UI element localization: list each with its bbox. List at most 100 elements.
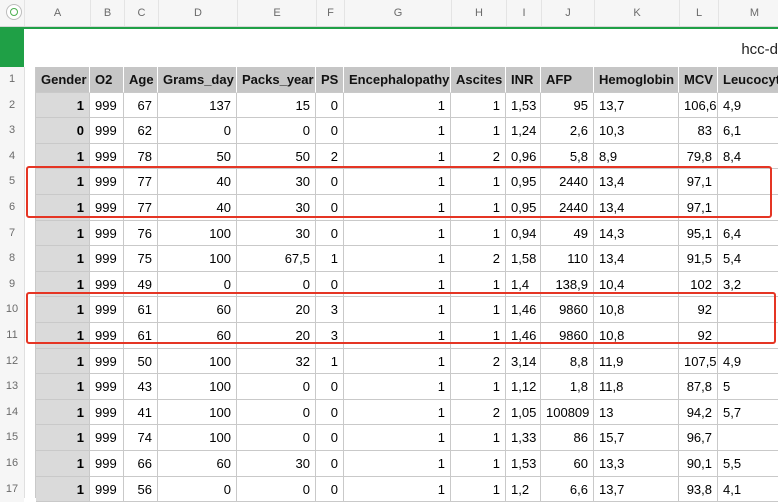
cell-o2[interactable]: 999 — [90, 451, 124, 477]
row-number[interactable]: 13 — [0, 374, 24, 400]
cell-o2[interactable]: 999 — [90, 246, 124, 272]
cell-o2[interactable]: 999 — [90, 425, 124, 451]
cell-age[interactable]: 66 — [124, 451, 158, 477]
cell-ascites[interactable]: 2 — [451, 348, 506, 375]
cell-encephalopathy[interactable]: 1 — [344, 143, 451, 170]
row-number[interactable]: 2 — [0, 92, 24, 119]
cell-afp[interactable]: 110 — [541, 246, 594, 272]
cell-ascites[interactable]: 1 — [451, 92, 506, 119]
cell-afp[interactable]: 60 — [541, 451, 594, 477]
cell-packs-year[interactable]: 0 — [237, 374, 316, 400]
cell-gender[interactable]: 0 — [36, 118, 90, 144]
header-cell-age[interactable]: Age — [124, 67, 158, 93]
column-letter-b[interactable]: B — [90, 0, 124, 26]
row-number[interactable]: 10 — [0, 297, 24, 323]
header-cell-packs-year[interactable]: Packs_year — [237, 67, 316, 93]
cell-afp[interactable]: 2440 — [541, 169, 594, 195]
header-cell-grams-day[interactable]: Grams_day — [158, 67, 237, 93]
cell-gender[interactable]: 1 — [36, 399, 90, 426]
cell-grams-day[interactable]: 60 — [158, 323, 237, 349]
row-number[interactable]: 5 — [0, 169, 24, 195]
cell-afp[interactable]: 8,8 — [541, 348, 594, 375]
cell-gender[interactable]: 1 — [36, 374, 90, 400]
cell-gender[interactable]: 1 — [36, 323, 90, 349]
row-number[interactable]: 7 — [0, 220, 24, 247]
cell-packs-year[interactable]: 0 — [237, 399, 316, 426]
cell-o2[interactable]: 999 — [90, 220, 124, 247]
cell-packs-year[interactable]: 0 — [237, 271, 316, 298]
header-cell-afp[interactable]: AFP — [541, 67, 594, 93]
cell-mcv[interactable]: 97,1 — [679, 169, 718, 195]
header-cell-hemoglobin[interactable]: Hemoglobin — [594, 67, 679, 93]
cell-ascites[interactable]: 1 — [451, 169, 506, 195]
cell-mcv[interactable]: 83 — [679, 118, 718, 144]
cell-hemoglobin[interactable]: 10,3 — [594, 118, 679, 144]
cell-afp[interactable]: 138,9 — [541, 271, 594, 298]
cell-leucocytes[interactable] — [718, 169, 778, 195]
cell-o2[interactable]: 999 — [90, 323, 124, 349]
cell-mcv[interactable]: 92 — [679, 297, 718, 323]
cell-leucocytes[interactable]: 5,5 — [718, 451, 778, 477]
cell-encephalopathy[interactable]: 1 — [344, 92, 451, 119]
cell-ascites[interactable]: 1 — [451, 220, 506, 247]
column-letter-e[interactable]: E — [237, 0, 316, 26]
cell-afp[interactable]: 2,6 — [541, 118, 594, 144]
column-letter-m[interactable]: M — [718, 0, 778, 26]
column-letter-i[interactable]: I — [506, 0, 541, 26]
cell-hemoglobin[interactable]: 10,8 — [594, 323, 679, 349]
cell-grams-day[interactable]: 0 — [158, 118, 237, 144]
cell-ps[interactable]: 0 — [316, 118, 344, 144]
cell-age[interactable]: 77 — [124, 195, 158, 221]
cell-encephalopathy[interactable]: 1 — [344, 425, 451, 451]
cell-age[interactable]: 61 — [124, 323, 158, 349]
cell-hemoglobin[interactable]: 14,3 — [594, 220, 679, 247]
cell-age[interactable]: 43 — [124, 374, 158, 400]
cell-packs-year[interactable]: 0 — [237, 425, 316, 451]
cell-grams-day[interactable]: 100 — [158, 374, 237, 400]
cell-inr[interactable]: 1,53 — [506, 451, 541, 477]
cell-age[interactable]: 56 — [124, 476, 158, 502]
cell-inr[interactable]: 1,05 — [506, 399, 541, 426]
row-number[interactable]: 14 — [0, 399, 24, 426]
cell-encephalopathy[interactable]: 1 — [344, 118, 451, 144]
cell-ascites[interactable]: 2 — [451, 399, 506, 426]
cell-inr[interactable]: 1,46 — [506, 297, 541, 323]
row-number[interactable]: 9 — [0, 271, 24, 298]
cell-leucocytes[interactable]: 4,1 — [718, 477, 778, 502]
header-cell-o2[interactable]: O2 — [90, 67, 124, 93]
cell-mcv[interactable]: 107,5 — [679, 348, 718, 375]
cell-gender[interactable]: 1 — [36, 451, 90, 477]
column-letter-d[interactable]: D — [158, 0, 237, 26]
cell-grams-day[interactable]: 100 — [158, 348, 237, 375]
cell-hemoglobin[interactable]: 13,4 — [594, 246, 679, 272]
cell-ps[interactable]: 0 — [316, 476, 344, 502]
cell-ps[interactable]: 0 — [316, 374, 344, 400]
cell-encephalopathy[interactable]: 1 — [344, 476, 451, 502]
cell-inr[interactable]: 1,58 — [506, 246, 541, 272]
cell-o2[interactable]: 999 — [90, 399, 124, 426]
cell-gender[interactable]: 1 — [36, 195, 90, 221]
cell-age[interactable]: 78 — [124, 143, 158, 170]
cell-o2[interactable]: 999 — [90, 271, 124, 298]
cell-mcv[interactable]: 90,1 — [679, 451, 718, 477]
column-letter-l[interactable]: L — [679, 0, 718, 26]
cell-leucocytes[interactable] — [718, 297, 778, 323]
cell-mcv[interactable]: 91,5 — [679, 246, 718, 272]
cell-encephalopathy[interactable]: 1 — [344, 374, 451, 400]
cell-ps[interactable]: 0 — [316, 220, 344, 247]
cell-ps[interactable]: 3 — [316, 323, 344, 349]
cell-grams-day[interactable]: 60 — [158, 297, 237, 323]
cell-leucocytes[interactable]: 5,7 — [718, 400, 778, 426]
column-letter-j[interactable]: J — [541, 0, 594, 26]
cell-grams-day[interactable]: 0 — [158, 271, 237, 298]
cell-inr[interactable]: 0,96 — [506, 143, 541, 170]
row-number[interactable]: 17 — [0, 476, 24, 502]
cell-ascites[interactable]: 2 — [451, 143, 506, 170]
header-cell-ascites[interactable]: Ascites — [451, 67, 506, 93]
cell-hemoglobin[interactable]: 13,7 — [594, 92, 679, 119]
cell-grams-day[interactable]: 40 — [158, 195, 237, 221]
cell-age[interactable]: 49 — [124, 271, 158, 298]
cell-packs-year[interactable]: 30 — [237, 195, 316, 221]
cell-ps[interactable]: 0 — [316, 92, 344, 119]
cell-age[interactable]: 77 — [124, 169, 158, 195]
